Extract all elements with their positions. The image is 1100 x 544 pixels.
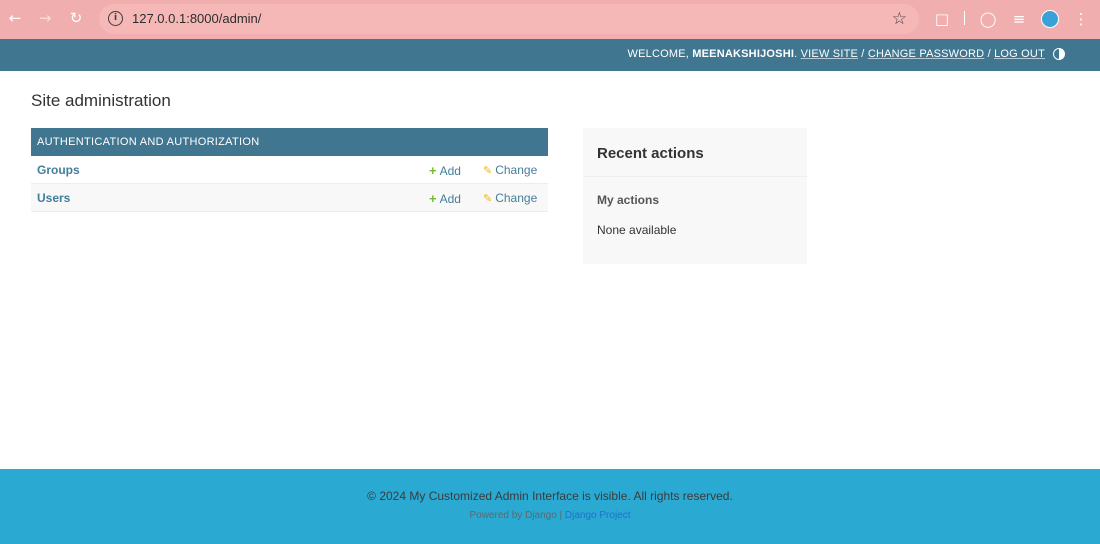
admin-header: WELCOME, MEENAKSHIJOSHI. VIEW SITE / CHA… bbox=[0, 39, 1100, 71]
star-icon[interactable]: ☆ bbox=[892, 9, 907, 29]
model-link-users[interactable]: Users bbox=[37, 191, 70, 205]
add-groups-link[interactable]: + Add bbox=[429, 163, 461, 178]
change-users-link[interactable]: ✎ Change bbox=[483, 191, 537, 205]
performance-icon[interactable]: ◯ bbox=[978, 9, 998, 29]
info-icon[interactable]: i bbox=[108, 11, 123, 26]
empty-actions-text: None available bbox=[597, 223, 677, 237]
plus-icon: + bbox=[429, 191, 437, 206]
kebab-menu-icon[interactable]: ⋮ bbox=[1071, 9, 1091, 29]
app-module-auth: AUTHENTICATION AND AUTHORIZATION Groups … bbox=[31, 128, 548, 212]
address-bar[interactable]: i 127.0.0.1:8000/admin/ ☆ bbox=[99, 4, 919, 34]
separator: / bbox=[858, 48, 868, 60]
back-arrow-icon[interactable]: ← bbox=[6, 9, 24, 27]
url-text[interactable]: 127.0.0.1:8000/admin/ bbox=[132, 11, 261, 26]
view-site-link[interactable]: VIEW SITE bbox=[801, 48, 858, 60]
add-label: Add bbox=[439, 164, 461, 178]
my-actions-heading: My actions bbox=[597, 193, 660, 207]
page-title: Site administration bbox=[31, 91, 171, 110]
profile-icon[interactable] bbox=[1041, 10, 1059, 28]
change-groups-link[interactable]: ✎ Change bbox=[483, 163, 537, 177]
footer: © 2024 My Customized Admin Interface is … bbox=[0, 469, 1100, 544]
table-row: Users + Add ✎ Change bbox=[31, 184, 548, 212]
username: MEENAKSHIJOSHI bbox=[692, 48, 795, 60]
model-link-groups[interactable]: Groups bbox=[37, 163, 80, 177]
welcome-text: WELCOME, bbox=[627, 48, 693, 60]
change-password-link[interactable]: CHANGE PASSWORD bbox=[868, 48, 984, 60]
recent-actions-panel: Recent actions My actions None available bbox=[583, 128, 807, 264]
separator: / bbox=[984, 48, 995, 60]
footer-powered-by: Powered by Django | Django Project bbox=[0, 510, 1100, 521]
toolbar-divider bbox=[964, 11, 965, 25]
change-label: Change bbox=[495, 191, 538, 205]
plus-icon: + bbox=[429, 163, 437, 178]
media-icon[interactable]: ≡ bbox=[1009, 9, 1029, 29]
reload-icon[interactable]: ↻ bbox=[67, 9, 85, 27]
theme-toggle-icon[interactable] bbox=[1053, 48, 1065, 60]
add-label: Add bbox=[439, 192, 461, 206]
user-tools: WELCOME, MEENAKSHIJOSHI. VIEW SITE / CHA… bbox=[628, 48, 1045, 60]
table-row: Groups + Add ✎ Change bbox=[31, 156, 548, 184]
log-out-link[interactable]: LOG OUT bbox=[994, 48, 1045, 60]
recent-actions-title: Recent actions bbox=[597, 145, 704, 162]
browser-toolbar: ← → ↻ i 127.0.0.1:8000/admin/ ☆ □ ◯ ≡ ⋮ bbox=[0, 0, 1100, 39]
pencil-icon: ✎ bbox=[483, 193, 493, 205]
forward-arrow-icon[interactable]: → bbox=[36, 9, 54, 27]
powered-by-text: Powered by Django | bbox=[469, 510, 565, 521]
divider bbox=[583, 176, 807, 177]
pencil-icon: ✎ bbox=[483, 165, 493, 177]
django-project-link[interactable]: Django Project bbox=[565, 510, 631, 521]
change-label: Change bbox=[495, 163, 538, 177]
app-caption[interactable]: AUTHENTICATION AND AUTHORIZATION bbox=[31, 128, 548, 156]
footer-copyright: © 2024 My Customized Admin Interface is … bbox=[367, 489, 733, 503]
extensions-icon[interactable]: □ bbox=[932, 9, 952, 29]
add-users-link[interactable]: + Add bbox=[429, 191, 461, 206]
